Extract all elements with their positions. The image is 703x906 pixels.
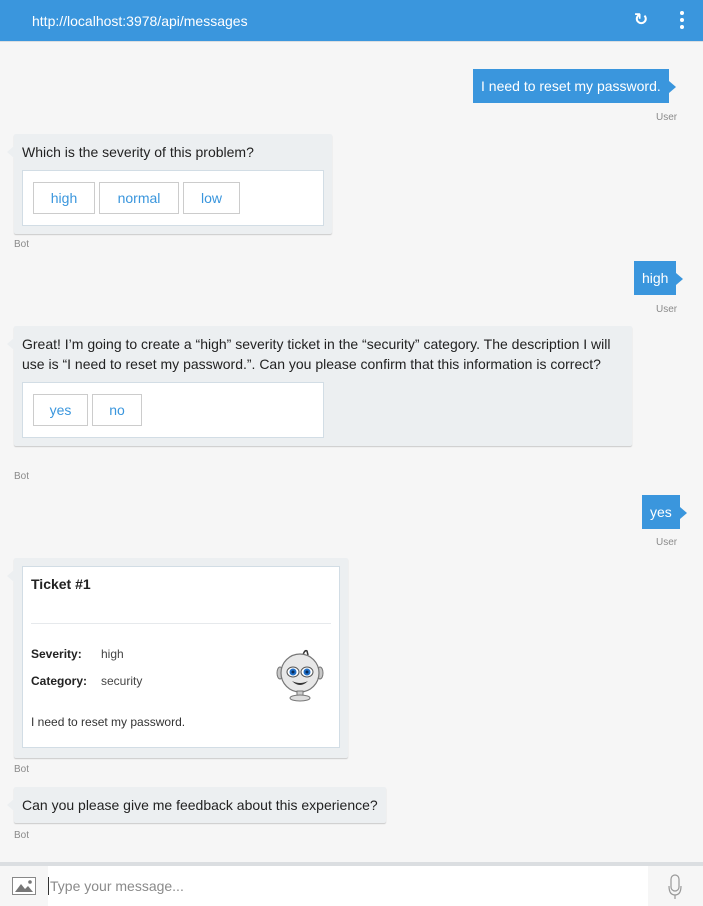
sender-label: Bot — [14, 830, 30, 841]
bot-bubble: Which is the severity of this problem? h… — [7, 134, 332, 234]
ticket-card: Ticket #1 Severity: high Category: secur… — [22, 566, 340, 748]
message-composer — [0, 862, 703, 906]
bot-text: Great! I’m going to create a “high” seve… — [22, 336, 611, 372]
robot-icon — [276, 649, 324, 702]
bot-bubble: Great! I’m going to create a “high” seve… — [7, 326, 632, 446]
sender-label: Bot — [14, 239, 30, 250]
sender-label: User — [656, 537, 678, 548]
choice-card: high normal low — [22, 170, 324, 226]
image-upload-icon — [12, 877, 36, 895]
microphone-button[interactable] — [648, 866, 703, 906]
sender-label: User — [656, 304, 678, 315]
fact-label-category: Category: — [31, 674, 88, 688]
user-message: high — [634, 261, 685, 295]
bot-text: Which is the severity of this problem? — [22, 144, 254, 160]
choice-button-yes[interactable]: yes — [33, 394, 88, 426]
user-message: I need to reset my password. — [473, 69, 676, 103]
choice-button-normal[interactable]: normal — [99, 182, 179, 214]
fact-label-severity: Severity: — [31, 647, 82, 661]
chat-history[interactable]: I need to reset my password. User Which … — [0, 43, 703, 863]
user-bubble: yes — [642, 495, 687, 529]
sender-label: Bot — [14, 764, 30, 775]
bot-text: Can you please give me feedback about th… — [22, 797, 378, 813]
user-bubble: high — [634, 261, 685, 295]
choice-button-no[interactable]: no — [92, 394, 142, 426]
fact-value-severity: high — [101, 647, 124, 661]
choice-button-low[interactable]: low — [183, 182, 240, 214]
user-bubble: I need to reset my password. — [473, 69, 676, 103]
bot-message: Which is the severity of this problem? h… — [7, 134, 332, 234]
message-input[interactable] — [48, 866, 648, 906]
ticket-description: I need to reset my password. — [31, 715, 186, 729]
image-upload-button[interactable] — [0, 866, 48, 906]
sender-label: User — [656, 112, 678, 123]
choice-card: yes no — [22, 382, 324, 438]
bot-bubble: Ticket #1 Severity: high Category: secur… — [7, 558, 348, 758]
bot-message: Can you please give me feedback about th… — [7, 787, 386, 823]
ticket-title: Ticket #1 — [31, 576, 91, 592]
choice-button-high[interactable]: high — [33, 182, 95, 214]
bot-bubble: Can you please give me feedback about th… — [7, 787, 386, 823]
ticket-divider — [31, 623, 331, 624]
more-vertical-icon[interactable] — [676, 10, 688, 32]
microphone-icon — [668, 874, 682, 899]
refresh-icon[interactable]: ↻ — [632, 10, 650, 30]
sender-label: Bot — [14, 471, 30, 482]
bot-message: Great! I’m going to create a “high” seve… — [7, 326, 632, 446]
fact-value-category: security — [101, 674, 143, 688]
app-header: http://localhost:3978/api/messages ↻ — [0, 0, 703, 42]
endpoint-url: http://localhost:3978/api/messages — [32, 12, 248, 29]
bot-message: Ticket #1 Severity: high Category: secur… — [7, 558, 348, 758]
user-message: yes — [642, 495, 687, 529]
